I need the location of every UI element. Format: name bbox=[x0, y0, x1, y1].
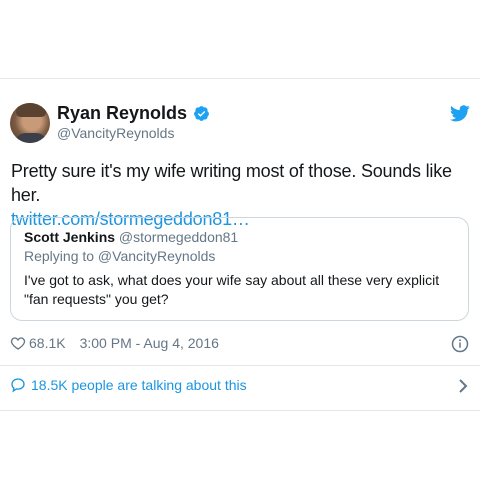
author-name-row: Ryan Reynolds bbox=[57, 103, 210, 124]
tweet-body: Pretty sure it's my wife writing most of… bbox=[11, 161, 452, 205]
tweet-timestamp[interactable]: 3:00 PM - Aug 4, 2016 bbox=[80, 335, 219, 351]
avatar-shirt bbox=[14, 133, 48, 143]
tweet-card: Ryan Reynolds @VancityReynolds Pretty su… bbox=[0, 78, 480, 411]
conversation-link[interactable]: 18.5K people are talking about this bbox=[10, 377, 247, 393]
quoted-author-name: Scott Jenkins bbox=[24, 229, 116, 245]
divider bbox=[0, 365, 480, 366]
avatar[interactable] bbox=[10, 103, 50, 143]
verified-badge-icon bbox=[194, 106, 209, 121]
replying-to: Replying to @VancityReynolds bbox=[24, 248, 216, 264]
quoted-author-handle: @stormegeddon81 bbox=[118, 229, 239, 245]
avatar-hair bbox=[16, 103, 46, 117]
twitter-bird-icon[interactable] bbox=[450, 105, 470, 122]
like-count[interactable]: 68.1K bbox=[29, 335, 66, 351]
author-name[interactable]: Ryan Reynolds bbox=[57, 103, 187, 124]
heart-icon[interactable] bbox=[10, 335, 26, 351]
info-icon[interactable] bbox=[451, 335, 469, 353]
tweet-meta: 68.1K 3:00 PM - Aug 4, 2016 bbox=[10, 335, 219, 351]
speech-bubble-icon bbox=[11, 378, 25, 393]
author-handle[interactable]: @VancityReynolds bbox=[57, 125, 174, 141]
conversation-text: 18.5K people are talking about this bbox=[31, 377, 247, 393]
quoted-tweet[interactable]: Scott Jenkins @stormegeddon81 Replying t… bbox=[10, 217, 469, 321]
quoted-author: Scott Jenkins @stormegeddon81 bbox=[24, 229, 238, 245]
chevron-right-icon[interactable] bbox=[458, 379, 468, 393]
quoted-text: I've got to ask, what does your wife say… bbox=[24, 272, 440, 307]
